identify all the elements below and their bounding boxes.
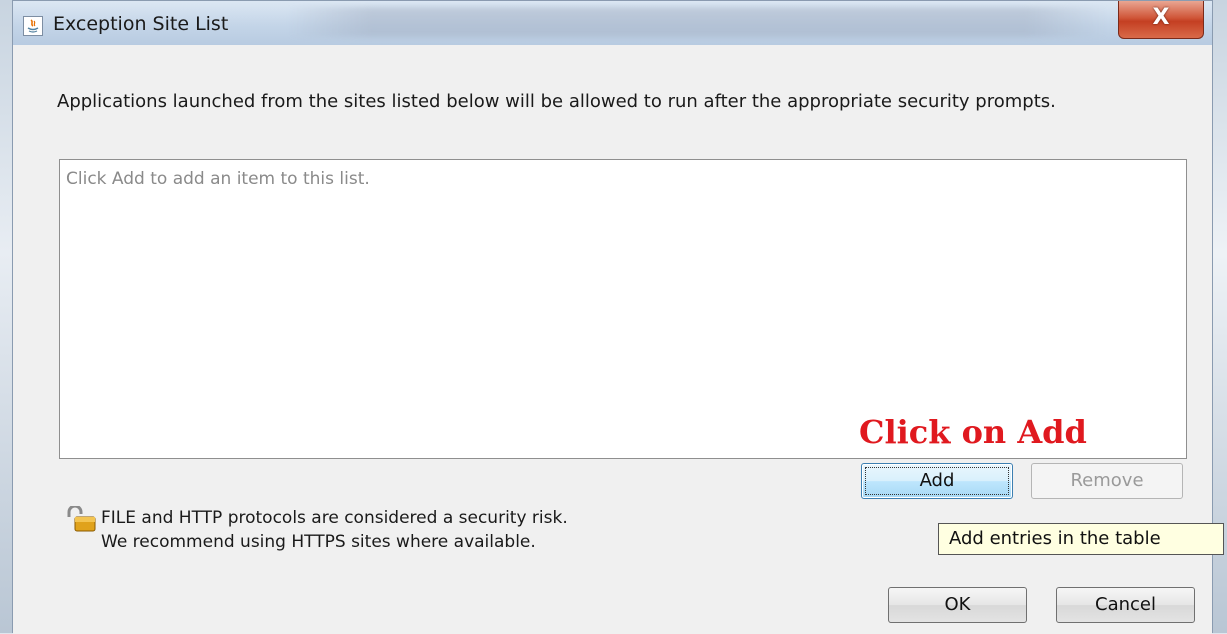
dialog-description: Applications launched from the sites lis… xyxy=(57,91,1056,112)
dialog-content: Applications launched from the sites lis… xyxy=(13,45,1224,634)
remove-button[interactable]: Remove xyxy=(1031,463,1183,499)
blurred-background-text xyxy=(288,7,1108,37)
security-warning: FILE and HTTP protocols are considered a… xyxy=(101,506,568,554)
remove-button-label: Remove xyxy=(1070,470,1144,491)
close-button[interactable]: X xyxy=(1118,1,1204,39)
close-icon: X xyxy=(1152,5,1170,30)
cancel-button[interactable]: Cancel xyxy=(1056,587,1195,623)
ok-button-label: OK xyxy=(944,594,971,615)
window-title: Exception Site List xyxy=(53,13,229,35)
add-button[interactable]: Add xyxy=(861,463,1013,499)
exception-site-list-dialog: Exception Site List X Applications launc… xyxy=(12,0,1224,634)
list-placeholder: Click Add to add an item to this list. xyxy=(66,169,370,189)
desktop-background-left xyxy=(0,0,12,633)
cancel-button-label: Cancel xyxy=(1095,594,1156,615)
focus-rectangle xyxy=(865,467,1009,495)
padlock-icon xyxy=(65,504,97,532)
tutorial-annotation: Click on Add xyxy=(859,413,1087,451)
java-icon xyxy=(23,16,43,36)
security-note-line-1: FILE and HTTP protocols are considered a… xyxy=(101,508,568,528)
ok-button[interactable]: OK xyxy=(888,587,1027,623)
title-bar[interactable]: Exception Site List X xyxy=(13,1,1212,46)
security-note-line-2: We recommend using HTTPS sites where ava… xyxy=(101,532,536,552)
add-button-tooltip: Add entries in the table xyxy=(938,523,1224,555)
